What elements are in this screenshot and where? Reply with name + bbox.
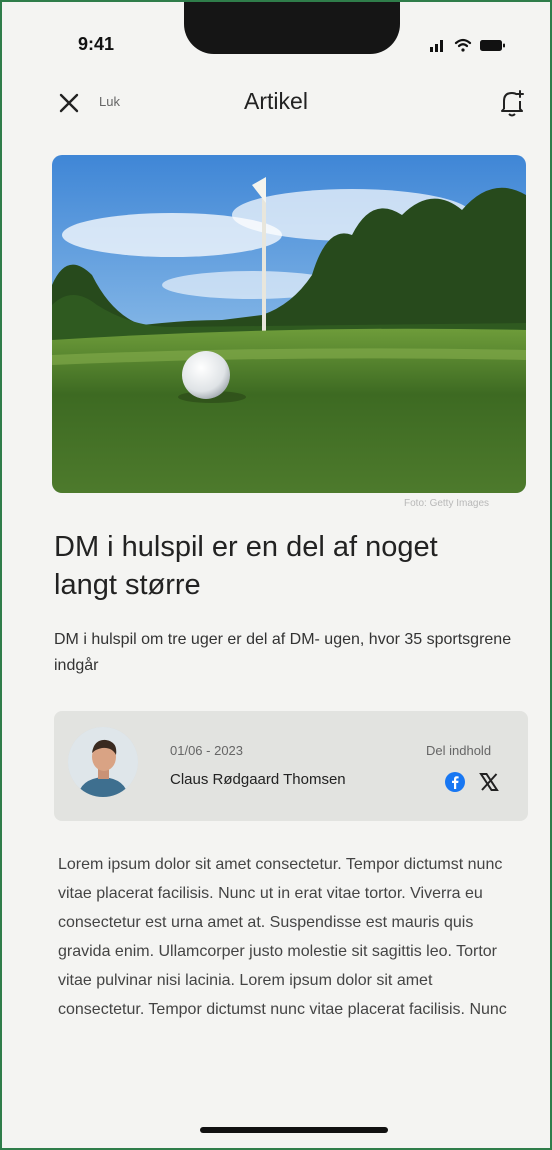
photo-credit: Foto: Getty Images xyxy=(404,498,490,509)
bell-icon[interactable] xyxy=(498,88,526,118)
x-logo-icon[interactable] xyxy=(478,771,500,793)
wifi-icon xyxy=(454,38,472,52)
app-header: Luk Artikel xyxy=(2,80,550,128)
page-title: Artikel xyxy=(244,88,308,114)
status-icons xyxy=(430,38,505,52)
author-avatar xyxy=(68,727,138,797)
hero-image xyxy=(52,155,526,493)
facebook-icon[interactable] xyxy=(444,771,466,793)
notch xyxy=(184,2,400,54)
golf-photo xyxy=(52,155,526,493)
status-time: 9:41 xyxy=(78,34,115,54)
battery-icon xyxy=(480,40,505,51)
phone-frame: 9:41 Luk Artikel Foto: Getty Images DM i… xyxy=(0,0,552,1150)
avatar-photo xyxy=(68,727,138,797)
status-bar: 9:41 xyxy=(2,2,550,74)
author-name: Claus Rødgaard Thomsen xyxy=(170,771,346,788)
author-card: 01/06 - 2023 Claus Rødgaard Thomsen Del … xyxy=(54,711,528,821)
publish-date: 01/06 - 2023 xyxy=(170,743,244,758)
article-subtitle: DM i hulspil om tre uger er del af DM- u… xyxy=(54,631,512,674)
home-indicator[interactable] xyxy=(200,1127,388,1133)
article-headline: DM i hulspil er en del af noget langt st… xyxy=(54,531,438,601)
article-body: Lorem ipsum dolor sit amet consectetur. … xyxy=(58,856,507,1018)
share-label: Del indhold xyxy=(426,743,492,758)
signal-icon xyxy=(430,40,443,52)
